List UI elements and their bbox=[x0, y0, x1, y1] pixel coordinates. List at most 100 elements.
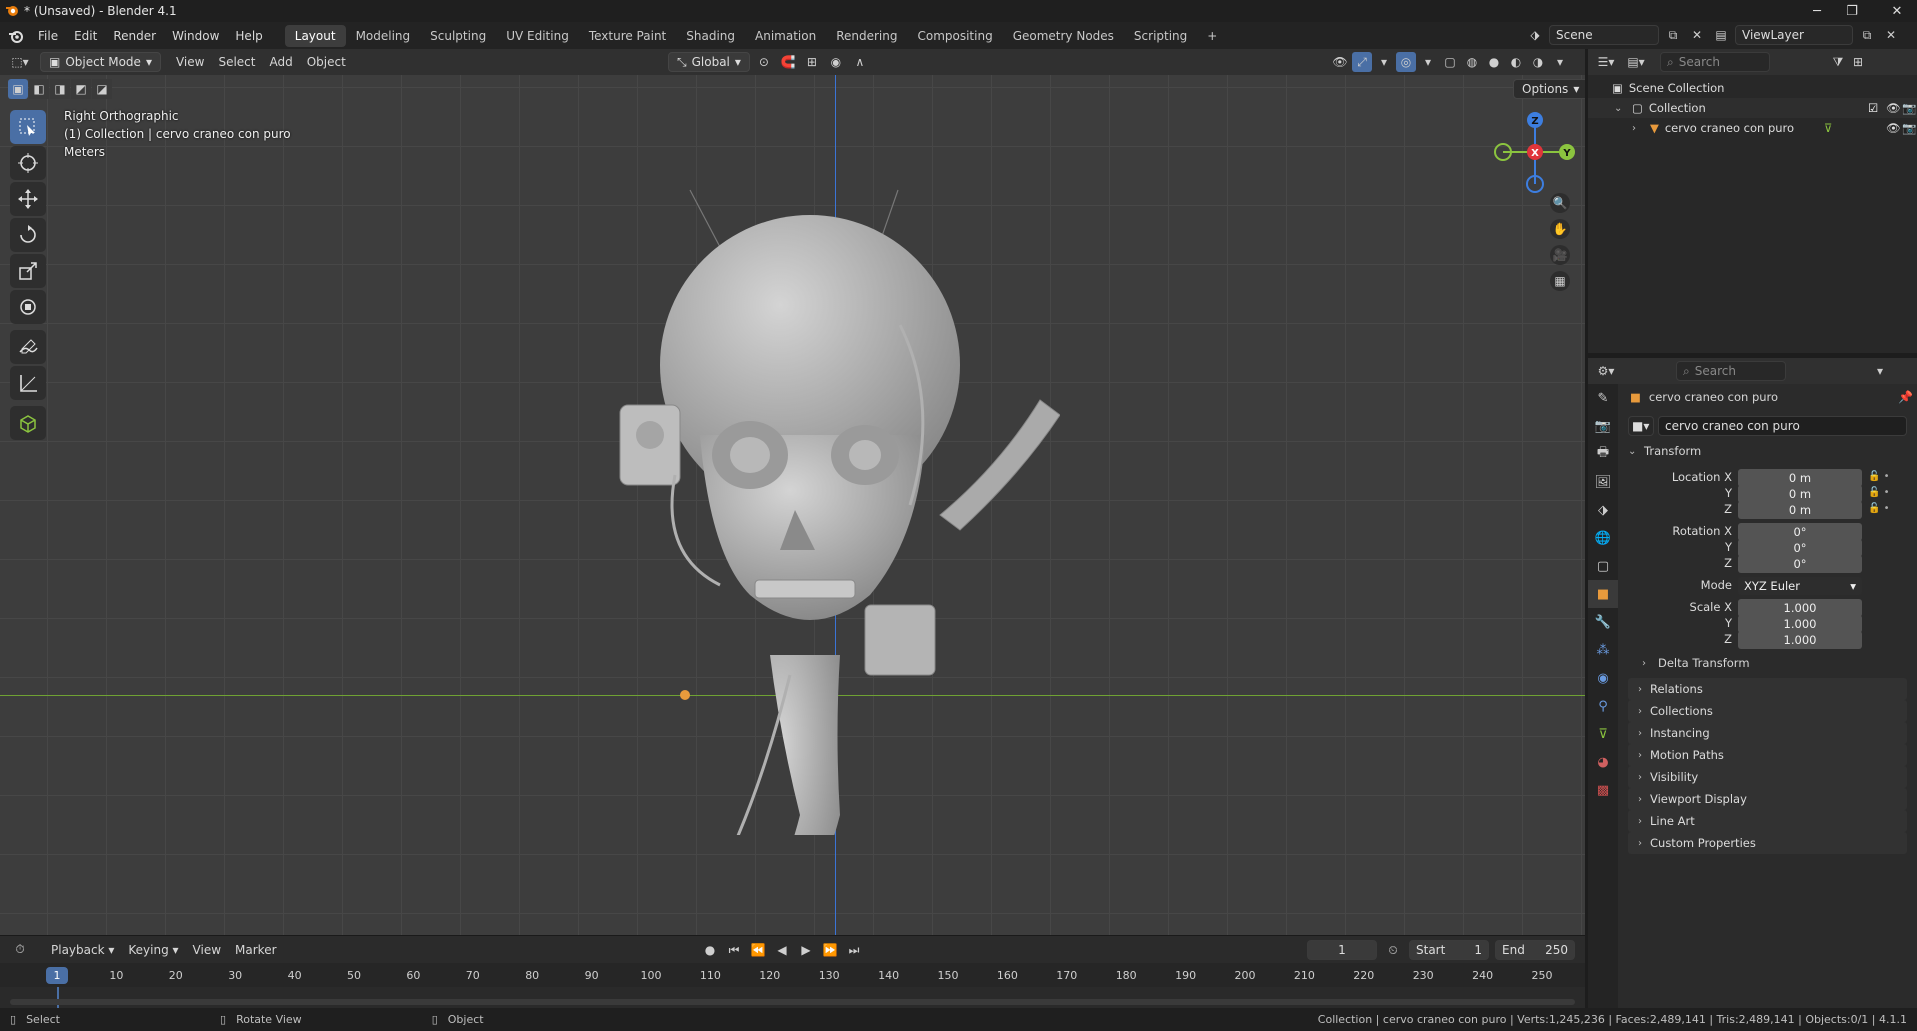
timeline-ruler[interactable]: 1 10 20 30 40 50 60 70 80 90 100 110 120 130 140 150 160… bbox=[0, 963, 1585, 987]
exclude-checkbox[interactable]: ☑ bbox=[1868, 101, 1878, 115]
texture-tab-icon[interactable]: ▩ bbox=[1588, 776, 1618, 804]
tool-tab-icon[interactable]: ✎ bbox=[1588, 384, 1618, 412]
relations-panel[interactable]: › Relations bbox=[1628, 678, 1907, 700]
rendered-shading-icon[interactable]: ◑ bbox=[1528, 52, 1548, 72]
overlays-dropdown-icon[interactable]: ▾ bbox=[1418, 52, 1438, 72]
move-tool[interactable] bbox=[10, 182, 46, 216]
transform-panel-title[interactable]: Transform bbox=[1644, 444, 1701, 458]
collapse-icon[interactable]: ⌄ bbox=[1614, 103, 1626, 114]
play-reverse-icon[interactable]: ◀ bbox=[772, 940, 792, 960]
gizmo-dropdown-icon[interactable]: ▾ bbox=[1374, 52, 1394, 72]
eye-icon[interactable]: 👁 bbox=[1886, 101, 1901, 115]
motion-paths-panel[interactable]: › Motion Paths bbox=[1628, 744, 1907, 766]
outliner-search-input[interactable]: ⌕ Search bbox=[1660, 52, 1770, 72]
pan-hand-icon[interactable]: ✋ bbox=[1550, 219, 1570, 239]
visibility-panel[interactable]: › Visibility bbox=[1628, 766, 1907, 788]
timeline-track[interactable] bbox=[0, 987, 1585, 1008]
solid-shading-icon[interactable]: ● bbox=[1484, 52, 1504, 72]
outliner-row-object[interactable]: › ▼ cervo craneo con puro ⊽ 👁 📷 bbox=[1588, 118, 1917, 138]
options-chevron-icon[interactable]: ▾ bbox=[1870, 361, 1890, 381]
gizmo-toggle-icon[interactable]: ⤢ bbox=[1352, 52, 1372, 72]
menu-render[interactable]: Render bbox=[105, 25, 164, 47]
workspace-tab-sculpting[interactable]: Sculpting bbox=[420, 25, 496, 47]
lock-icon[interactable]: 🔓 • bbox=[1868, 485, 1908, 501]
workspace-tab-scripting[interactable]: Scripting bbox=[1124, 25, 1197, 47]
eye-icon[interactable]: 👁 bbox=[1886, 121, 1901, 135]
object-mode-dropdown[interactable]: ▣ Object Mode ▾ bbox=[40, 52, 161, 72]
menu-keying[interactable]: Keying ▾ bbox=[121, 940, 185, 960]
workspace-tab-shading[interactable]: Shading bbox=[676, 25, 745, 47]
view-layer-name-field[interactable]: ViewLayer bbox=[1735, 25, 1853, 45]
rotate-tool[interactable] bbox=[10, 218, 46, 252]
workspace-tab-modeling[interactable]: Modeling bbox=[346, 25, 421, 47]
menu-object[interactable]: Object bbox=[300, 52, 353, 72]
jump-start-icon[interactable]: ⏮ bbox=[724, 940, 744, 960]
auto-keying-icon[interactable]: ● bbox=[700, 940, 720, 960]
scene-tab-icon[interactable]: ⬗ bbox=[1588, 496, 1618, 524]
material-tab-icon[interactable]: ◕ bbox=[1588, 748, 1618, 776]
zoom-icon[interactable]: 🔍 bbox=[1550, 193, 1570, 213]
render-camera-icon[interactable]: 📷 bbox=[1902, 101, 1916, 115]
falloff-icon[interactable]: ∧ bbox=[850, 52, 870, 72]
expand-icon[interactable]: › bbox=[1632, 123, 1644, 134]
3d-viewport[interactable]: Right Orthographic (1) Collection | cerv… bbox=[0, 75, 1585, 935]
object-name-field[interactable]: cervo craneo con puro bbox=[1658, 416, 1907, 436]
line-art-panel[interactable]: › Line Art bbox=[1628, 810, 1907, 832]
workspace-tab-geometry-nodes[interactable]: Geometry Nodes bbox=[1003, 25, 1124, 47]
rotation-mode-dropdown[interactable]: XYZ Euler ▾ bbox=[1738, 577, 1862, 595]
pivot-point-icon[interactable]: ⊙ bbox=[754, 52, 774, 72]
play-icon[interactable]: ▶ bbox=[796, 940, 816, 960]
navigation-gizmo[interactable]: X Z Y bbox=[1490, 107, 1580, 197]
xray-icon[interactable]: ▢ bbox=[1440, 52, 1460, 72]
menu-playback[interactable]: Playback ▾ bbox=[44, 940, 121, 960]
pin-icon[interactable]: 📌 bbox=[1898, 390, 1913, 404]
jump-end-icon[interactable]: ⏭ bbox=[844, 940, 864, 960]
object-tab-icon[interactable]: ■ bbox=[1588, 580, 1618, 608]
overlays-toggle-icon[interactable]: ◎ bbox=[1396, 52, 1416, 72]
perspective-toggle-icon[interactable]: ▦ bbox=[1550, 271, 1570, 291]
select-subtract-icon[interactable]: ◨ bbox=[50, 79, 70, 99]
render-camera-icon[interactable]: 📷 bbox=[1902, 121, 1916, 135]
workspace-tab-uv-editing[interactable]: UV Editing bbox=[496, 25, 579, 47]
location-z-field[interactable]: 0 m bbox=[1738, 501, 1862, 519]
camera-view-icon[interactable]: 🎥 bbox=[1550, 245, 1570, 265]
new-scene-icon[interactable]: ⧉ bbox=[1663, 25, 1683, 45]
new-view-layer-icon[interactable]: ⧉ bbox=[1857, 25, 1877, 45]
close-icon[interactable]: ✕ bbox=[1875, 0, 1917, 22]
workspace-tab-animation[interactable]: Animation bbox=[745, 25, 826, 47]
menu-select[interactable]: Select bbox=[211, 52, 262, 72]
menu-help[interactable]: Help bbox=[227, 25, 270, 47]
collections-panel[interactable]: › Collections bbox=[1628, 700, 1907, 722]
select-new-icon[interactable]: ▣ bbox=[8, 79, 28, 99]
blender-menu-icon[interactable] bbox=[8, 28, 24, 44]
physics-tab-icon[interactable]: ◉ bbox=[1588, 664, 1618, 692]
start-frame-field[interactable]: Start 1 bbox=[1409, 940, 1489, 960]
display-mode-icon[interactable]: ▤▾ bbox=[1626, 52, 1646, 72]
custom-properties-panel[interactable]: › Custom Properties bbox=[1628, 832, 1907, 854]
shading-dropdown-icon[interactable]: ▾ bbox=[1550, 52, 1570, 72]
workspace-tab-compositing[interactable]: Compositing bbox=[907, 25, 1002, 47]
snap-icon[interactable]: 🧲 bbox=[778, 52, 798, 72]
workspace-tab-rendering[interactable]: Rendering bbox=[826, 25, 907, 47]
workspace-tab-layout[interactable]: Layout bbox=[284, 24, 346, 47]
scene-name-field[interactable]: Scene bbox=[1549, 25, 1659, 45]
transform-orientation-dropdown[interactable]: ⤡ Global ▾ bbox=[668, 52, 750, 72]
lock-icon[interactable]: 🔓 • bbox=[1868, 501, 1908, 517]
jump-next-keyframe-icon[interactable]: ⏩ bbox=[820, 940, 840, 960]
delete-scene-icon[interactable]: ✕ bbox=[1687, 25, 1707, 45]
timeline-scrollbar[interactable] bbox=[10, 999, 1575, 1005]
filter-icon[interactable]: ⧩ bbox=[1828, 52, 1848, 72]
workspace-tab-texture-paint[interactable]: Texture Paint bbox=[579, 25, 676, 47]
outliner-row-collection[interactable]: ⌄ ▢ Collection ☑ 👁 📷 bbox=[1588, 98, 1917, 118]
visibility-icon[interactable]: 👁 bbox=[1330, 52, 1350, 72]
outliner-row-scene-collection[interactable]: ▣ Scene Collection bbox=[1588, 78, 1917, 98]
delete-view-layer-icon[interactable]: ✕ bbox=[1881, 25, 1901, 45]
collection-tab-icon[interactable]: ▢ bbox=[1588, 552, 1618, 580]
lock-icon[interactable]: 🔓 • bbox=[1868, 469, 1908, 485]
instancing-panel[interactable]: › Instancing bbox=[1628, 722, 1907, 744]
view-layer-selector-icon[interactable]: ▤ bbox=[1711, 25, 1731, 45]
object-datablock-selector[interactable]: ■▾ bbox=[1628, 416, 1654, 436]
properties-editor-icon[interactable]: ⚙▾ bbox=[1596, 361, 1616, 381]
add-cube-tool[interactable] bbox=[10, 406, 46, 440]
menu-timeline-view[interactable]: View bbox=[186, 940, 228, 960]
